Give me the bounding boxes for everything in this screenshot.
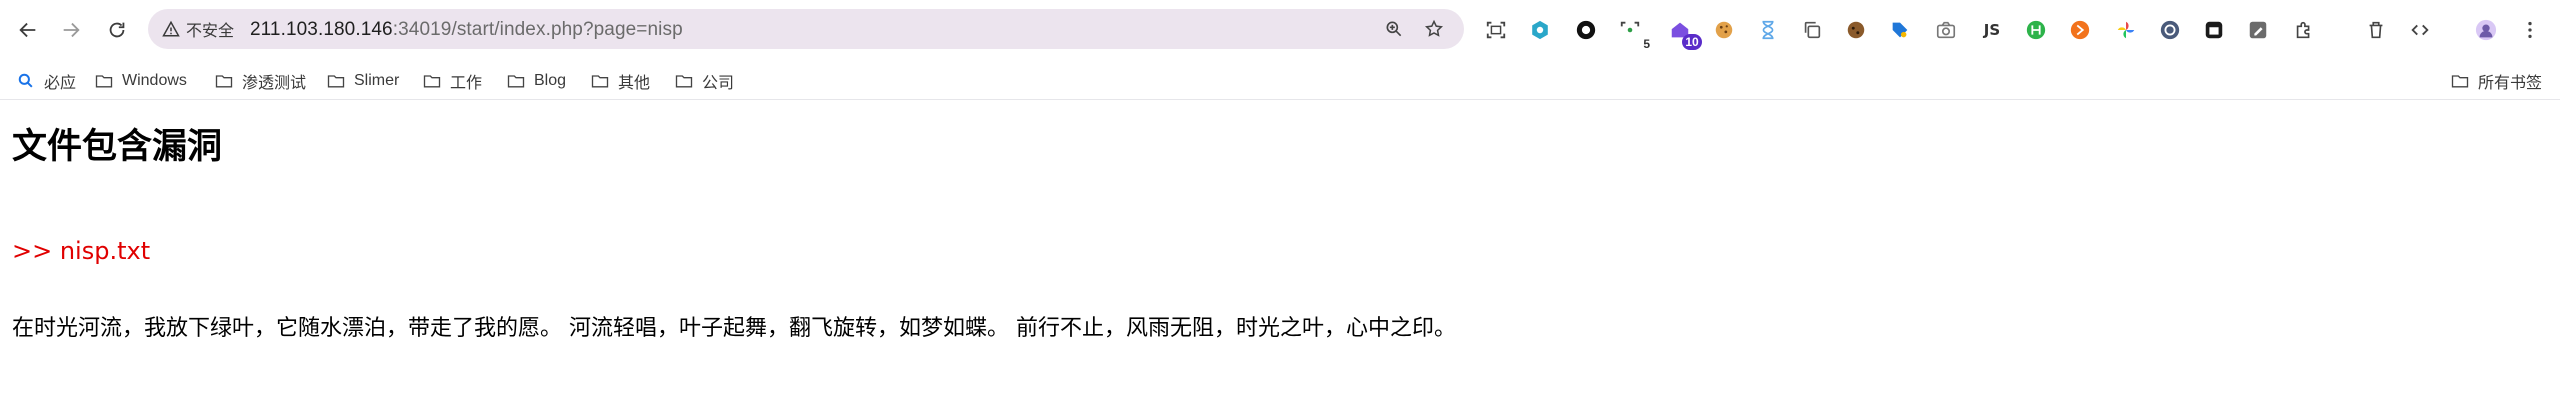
page-title: 文件包含漏洞	[12, 127, 223, 167]
bookmark-star-button[interactable]	[1422, 17, 1446, 41]
url-host: 211.103.180.146	[250, 19, 393, 40]
js-extension[interactable]: JS	[1978, 16, 2006, 44]
scan-badge: 5	[1643, 37, 1650, 51]
js-label: JS	[1983, 21, 2001, 39]
hourglass-extension[interactable]	[1754, 16, 1782, 44]
all-bookmarks-label: 所有书签	[2478, 75, 2543, 92]
ring-icon	[1576, 20, 1596, 40]
screen-capture-icon	[1486, 21, 1506, 39]
bookmark-label: 必应	[44, 75, 77, 92]
extensions-button[interactable]	[2290, 16, 2318, 44]
tag-icon	[1892, 22, 1908, 38]
purple-extension[interactable]: 10	[1666, 16, 1702, 50]
bookmark-label: 渗透测试	[242, 75, 307, 92]
arrow-right-icon	[63, 22, 80, 38]
edit-box-icon	[2249, 21, 2267, 39]
copy-icon	[1804, 21, 1821, 39]
pinwheel-extension[interactable]	[2112, 16, 2140, 44]
orange-circle-icon	[2070, 20, 2090, 40]
bookmark-label: 公司	[702, 75, 735, 92]
security-indicator[interactable]: 不安全	[162, 17, 234, 41]
tag-extension[interactable]	[1886, 16, 1914, 44]
file-content-text: 在时光河流，我放下绿叶，它随水漂泊，带走了我的愿。 河流轻唱，叶子起舞，翻飞旋转…	[12, 316, 1456, 341]
scan-extension[interactable]: 5	[1616, 16, 1650, 51]
reload-button[interactable]	[100, 13, 134, 47]
camera-extension[interactable]	[1932, 16, 1960, 44]
editor-extension[interactable]	[2244, 16, 2272, 44]
url-text[interactable]: 211.103.180.146:34019/start/index.php?pa…	[250, 19, 683, 41]
trash-button[interactable]	[2362, 16, 2390, 44]
bookmark-folder-slimer[interactable]: Slimer	[326, 69, 399, 93]
bookmarks-bar: 必应 Windows 渗透测试 Slimer 工作 Blog 其他 公司 所有书…	[0, 60, 2560, 100]
folder-icon	[675, 75, 693, 88]
arrow-left-icon	[19, 22, 36, 38]
folder-icon	[591, 75, 609, 88]
star-icon	[1424, 19, 1444, 37]
bookmark-folder-other[interactable]: 其他	[590, 69, 650, 93]
cookie-icon	[1715, 21, 1733, 39]
bookmark-label: 工作	[450, 75, 483, 92]
proxy-extension[interactable]	[2156, 16, 2184, 44]
bookmark-label: Windows	[122, 72, 187, 89]
security-label: 不安全	[186, 23, 235, 40]
bookmark-folder-pentest[interactable]: 渗透测试	[214, 69, 306, 93]
orange-extension[interactable]	[2066, 16, 2094, 44]
folder-icon	[2451, 75, 2469, 88]
purple-badge: 10	[1682, 34, 1702, 50]
cookie-dark-icon	[1847, 21, 1865, 39]
green-extension[interactable]	[2022, 16, 2050, 44]
warning-icon	[162, 20, 180, 37]
hourglass-icon	[1762, 20, 1774, 40]
pinwheel-icon	[2117, 21, 2135, 39]
bookmark-folder-windows[interactable]: Windows	[94, 69, 187, 93]
reload-icon	[109, 22, 125, 38]
search-icon	[18, 73, 33, 88]
scan-icon	[1620, 21, 1640, 33]
camera-icon	[1936, 21, 1956, 39]
folder-icon	[423, 75, 441, 88]
bookmark-label: Blog	[534, 72, 567, 89]
forward-button[interactable]	[54, 13, 88, 47]
circle-extension[interactable]	[1572, 16, 1600, 44]
included-file-label: >> nisp.txt	[12, 237, 151, 265]
proxy-circle-icon	[2160, 20, 2180, 40]
more-vertical-icon	[2528, 21, 2532, 39]
code-icon	[2411, 24, 2429, 36]
zoom-button[interactable]	[1382, 17, 1406, 41]
trash-icon	[2369, 21, 2383, 39]
browser-menu-button[interactable]	[2516, 16, 2544, 44]
folder-icon	[507, 75, 525, 88]
folder-icon	[95, 75, 113, 88]
bookmark-label: 其他	[618, 75, 651, 92]
dark-box-icon	[2205, 21, 2223, 39]
bookmark-folder-work[interactable]: 工作	[422, 69, 482, 93]
bookmark-folder-blog[interactable]: Blog	[506, 69, 566, 93]
folder-icon	[215, 75, 233, 88]
cookie-editor-extension[interactable]	[1842, 16, 1870, 44]
all-bookmarks-button[interactable]: 所有书签	[2450, 69, 2542, 93]
puzzle-icon	[2296, 21, 2310, 39]
bookmark-bing[interactable]: 必应	[16, 69, 76, 93]
green-circle-icon	[2026, 20, 2046, 40]
bookmark-label: Slimer	[354, 72, 400, 89]
screenshot-extension[interactable]	[1482, 16, 1510, 44]
zoom-icon	[1386, 21, 1402, 37]
devtools-button[interactable]	[2406, 16, 2434, 44]
profile-avatar[interactable]	[2472, 16, 2500, 44]
hexagon-icon	[1532, 20, 1548, 40]
cookie-extension[interactable]	[1710, 16, 1738, 44]
page-content: 文件包含漏洞 >> nisp.txt 在时光河流，我放下绿叶，它随水漂泊，带走了…	[0, 101, 2560, 409]
back-button[interactable]	[11, 13, 45, 47]
folder-icon	[327, 75, 345, 88]
url-path: :34019/start/index.php?page=nisp	[392, 19, 683, 40]
bookmark-folder-company[interactable]: 公司	[674, 69, 734, 93]
address-bar[interactable]: 不安全 211.103.180.146:34019/start/index.ph…	[148, 9, 1464, 49]
copy-extension[interactable]	[1798, 16, 1826, 44]
browser-toolbar: 不安全 211.103.180.146:34019/start/index.ph…	[0, 0, 2560, 60]
hex-extension[interactable]	[1526, 16, 1554, 44]
dark-extension[interactable]	[2200, 16, 2228, 44]
avatar-icon	[2475, 19, 2497, 41]
